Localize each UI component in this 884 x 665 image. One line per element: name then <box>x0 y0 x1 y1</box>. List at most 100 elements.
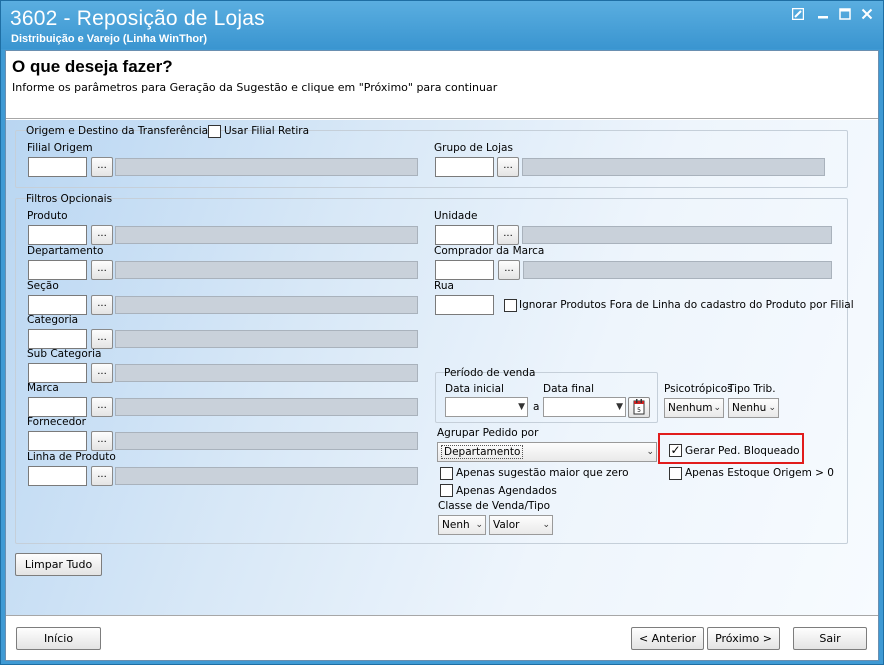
comprador-label: Comprador da Marca <box>434 245 545 257</box>
sub-categoria-input[interactable] <box>28 363 87 383</box>
grupo-lojas-search-button[interactable]: ... <box>497 157 519 177</box>
close-icon[interactable] <box>857 7 877 25</box>
unidade-input[interactable] <box>435 225 494 245</box>
comprador-search-button[interactable]: ... <box>498 260 520 280</box>
sub-categoria-search-button[interactable]: ... <box>91 363 113 383</box>
linha-produto-label: Linha de Produto <box>27 451 116 463</box>
filial-origem-description <box>115 158 418 176</box>
filtros-legend: Filtros Opcionais <box>26 193 113 205</box>
comprador-input[interactable] <box>435 260 494 280</box>
proximo-button[interactable]: Próximo > <box>707 627 780 650</box>
date-range-separator: a <box>533 401 540 413</box>
apenas-estoque-checkbox[interactable] <box>669 467 682 480</box>
data-inicial-picker[interactable]: ▼ <box>445 397 528 417</box>
page-description: Informe os parâmetros para Geração da Su… <box>12 81 498 94</box>
calendar-icon[interactable]: 5 <box>628 397 650 418</box>
chevron-down-icon: ⌄ <box>713 403 721 413</box>
inicio-button[interactable]: Início <box>16 627 101 650</box>
tipo-select[interactable]: Valor ⌄ <box>489 515 553 535</box>
minimize-icon[interactable] <box>813 7 833 25</box>
comprador-description <box>523 261 832 279</box>
maximize-icon[interactable] <box>835 7 855 25</box>
categoria-label: Categoria <box>27 314 79 326</box>
window-subtitle: Distribuição e Varejo (Linha WinThor) <box>11 33 208 45</box>
agrupar-value: Departamento <box>441 445 524 459</box>
departamento-input[interactable] <box>28 260 87 280</box>
chevron-down-icon: ⌄ <box>475 520 483 530</box>
page-title: O que deseja fazer? <box>12 57 173 76</box>
grupo-lojas-description <box>522 158 825 176</box>
secao-label: Seção <box>27 280 59 292</box>
data-final-picker[interactable]: ▼ <box>543 397 626 417</box>
linha-produto-input[interactable] <box>28 466 87 486</box>
linha-produto-description <box>115 467 418 485</box>
tipo-trib-label: Tipo Trib. <box>728 383 776 395</box>
svg-text:5: 5 <box>637 407 641 414</box>
filial-origem-label: Filial Origem <box>27 142 93 154</box>
data-final-label: Data final <box>543 383 595 395</box>
restore-icon[interactable] <box>788 7 808 25</box>
data-inicial-label: Data inicial <box>445 383 504 395</box>
secao-description <box>115 296 418 314</box>
rua-label: Rua <box>434 280 454 292</box>
ignorar-fora-linha-label: Ignorar Produtos Fora de Linha do cadast… <box>519 299 854 311</box>
produto-label: Produto <box>27 210 68 222</box>
psicotropicos-select[interactable]: Nenhum ⌄ <box>664 398 724 418</box>
chevron-down-icon: ▼ <box>616 402 623 412</box>
produto-description <box>115 226 418 244</box>
tipo-trib-select[interactable]: Nenhu ⌄ <box>728 398 779 418</box>
departamento-label: Departamento <box>27 245 104 257</box>
chevron-down-icon: ⌄ <box>542 520 550 530</box>
wizard-content: Origem e Destino da Transferência Usar F… <box>6 120 878 615</box>
marca-search-button[interactable]: ... <box>91 397 113 417</box>
limpar-tudo-button[interactable]: Limpar Tudo <box>15 553 102 576</box>
sair-button[interactable]: Sair <box>793 627 867 650</box>
fornecedor-label: Fornecedor <box>27 416 86 428</box>
origem-legend: Origem e Destino da Transferência <box>26 125 209 137</box>
departamento-search-button[interactable]: ... <box>91 260 113 280</box>
fornecedor-description <box>115 432 418 450</box>
tipo-value: Valor <box>493 519 520 531</box>
classe-label: Classe de Venda/Tipo <box>438 500 551 512</box>
gerar-ped-bloqueado-checkbox[interactable]: ✓ <box>669 444 682 457</box>
window-title: 3602 - Reposição de Lojas <box>10 7 265 30</box>
wizard-header: O que deseja fazer? Informe os parâmetro… <box>6 51 878 119</box>
title-bar[interactable]: 3602 - Reposição de Lojas Distribuição e… <box>1 1 883 49</box>
ignorar-fora-linha-checkbox[interactable] <box>504 299 517 312</box>
fornecedor-input[interactable] <box>28 431 87 451</box>
categoria-input[interactable] <box>28 329 87 349</box>
usar-filial-retira-checkbox[interactable] <box>208 125 221 138</box>
grupo-lojas-input[interactable] <box>435 157 494 177</box>
secao-input[interactable] <box>28 295 87 315</box>
secao-search-button[interactable]: ... <box>91 295 113 315</box>
filial-origem-search-button[interactable]: ... <box>91 157 113 177</box>
categoria-description <box>115 330 418 348</box>
wizard-footer: Início < Anterior Próximo > Sair <box>6 615 878 660</box>
categoria-search-button[interactable]: ... <box>91 329 113 349</box>
client-area: O que deseja fazer? Informe os parâmetro… <box>5 50 879 661</box>
filial-origem-input[interactable] <box>28 157 87 177</box>
apenas-sugestao-checkbox[interactable] <box>440 467 453 480</box>
anterior-button[interactable]: < Anterior <box>631 627 704 650</box>
gerar-ped-bloqueado-label: Gerar Ped. Bloqueado <box>685 445 800 457</box>
linha-produto-search-button[interactable]: ... <box>91 466 113 486</box>
app-window: 3602 - Reposição de Lojas Distribuição e… <box>0 0 884 665</box>
classe-value: Nenh <box>442 519 470 531</box>
agrupar-select[interactable]: Departamento ⌄ <box>437 442 657 462</box>
apenas-agendados-checkbox[interactable] <box>440 484 453 497</box>
psicotropicos-label: Psicotrópicos <box>664 383 733 395</box>
unidade-label: Unidade <box>434 210 478 222</box>
fornecedor-search-button[interactable]: ... <box>91 431 113 451</box>
departamento-description <box>115 261 418 279</box>
produto-input[interactable] <box>28 225 87 245</box>
marca-input[interactable] <box>28 397 87 417</box>
rua-input[interactable] <box>435 295 494 315</box>
produto-search-button[interactable]: ... <box>91 225 113 245</box>
usar-filial-retira-label: Usar Filial Retira <box>224 125 310 137</box>
sub-categoria-label: Sub Categoria <box>27 348 102 360</box>
marca-description <box>115 398 418 416</box>
unidade-search-button[interactable]: ... <box>497 225 519 245</box>
classe-select[interactable]: Nenh ⌄ <box>438 515 486 535</box>
chevron-down-icon: ▼ <box>518 402 525 412</box>
chevron-down-icon: ⌄ <box>768 403 776 413</box>
